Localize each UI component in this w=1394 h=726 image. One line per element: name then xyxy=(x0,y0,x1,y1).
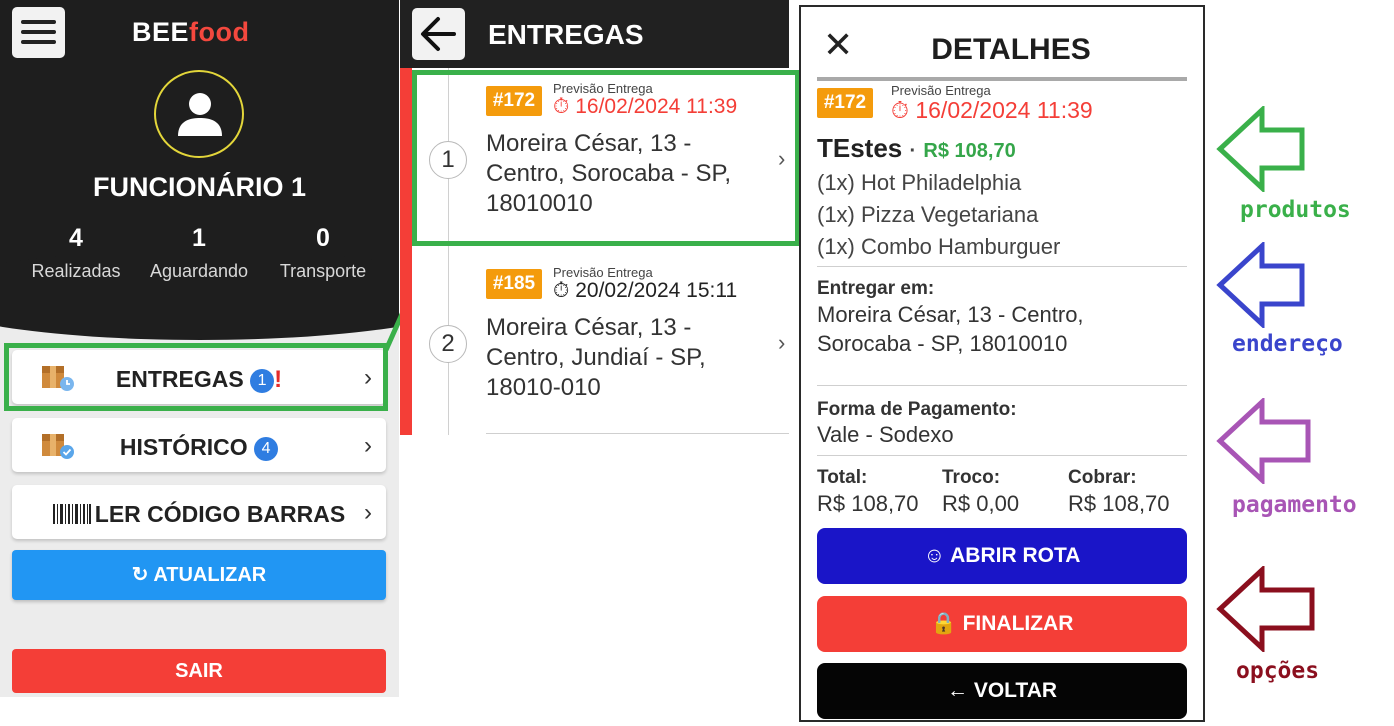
section-divider xyxy=(817,385,1187,386)
barcode-icon xyxy=(52,504,91,524)
delivery-item-2[interactable] xyxy=(470,255,790,425)
back-button[interactable] xyxy=(412,8,465,60)
product-item: (1x) Hot Philadelphia xyxy=(817,170,1022,195)
payment-value: Vale - Sodexo xyxy=(817,422,954,447)
logout-button[interactable]: SAIR xyxy=(12,649,386,693)
annotation-produtos: produtos xyxy=(1240,197,1351,223)
waze-icon: ☺ xyxy=(923,544,946,567)
chevron-right-icon: › xyxy=(364,432,372,459)
section-divider xyxy=(817,266,1187,267)
delivery-index: 2 xyxy=(429,325,467,363)
client-name: TEstes xyxy=(817,133,903,163)
historico-button[interactable]: HISTÓRICO 4 › xyxy=(12,418,386,472)
refresh-button[interactable]: ↻ ATUALIZAR xyxy=(12,550,386,600)
timer-icon: ⏱ xyxy=(891,97,909,123)
arrow-left-icon xyxy=(1216,566,1315,652)
forecast-label: Previsão Entrega xyxy=(891,83,991,98)
open-route-button[interactable]: ☺ ABRIR ROTA xyxy=(817,528,1187,584)
arrow-left-icon xyxy=(1216,242,1305,328)
stat-transporte: 0 Transporte xyxy=(279,224,367,281)
client-line: TEstes · R$ 108,70 xyxy=(817,133,1016,163)
deliver-address: Moreira César, 13 - Centro, Sorocaba - S… xyxy=(817,302,1084,356)
page-title: DETALHES xyxy=(931,33,1091,66)
arrow-left-icon: ← xyxy=(946,679,968,702)
annotation-opcoes: opções xyxy=(1236,658,1320,684)
product-item: (1x) Combo Hamburguer xyxy=(817,234,1061,259)
deliveries-header: ENTREGAS xyxy=(400,0,789,68)
change-value: R$ 0,00 xyxy=(942,491,1020,516)
app-logo: BEEfood xyxy=(132,17,250,47)
barcode-button[interactable]: LER CÓDIGO BARRAS › xyxy=(12,485,386,539)
annotation-endereco: endereço xyxy=(1232,331,1343,357)
total-label: Total: xyxy=(817,467,868,488)
historico-badge: 4 xyxy=(254,437,279,461)
chevron-right-icon: › xyxy=(364,499,372,526)
refresh-icon: ↻ xyxy=(131,564,149,586)
arrow-left-icon xyxy=(1216,398,1311,484)
charge-value: R$ 108,70 xyxy=(1068,491,1170,516)
barcode-label: LER CÓDIGO BARRAS xyxy=(12,501,386,528)
user-icon xyxy=(178,93,222,136)
order-number-tag: #172 xyxy=(817,88,873,118)
avatar xyxy=(154,70,244,158)
back-button[interactable]: ← VOLTAR xyxy=(817,663,1187,719)
arrow-left-icon xyxy=(421,17,456,51)
hamburger-icon[interactable] xyxy=(12,7,65,58)
header-divider xyxy=(817,77,1187,81)
order-price: R$ 108,70 xyxy=(923,140,1016,162)
section-divider xyxy=(817,455,1187,456)
page-title: ENTREGAS xyxy=(488,19,644,50)
lock-icon: 🔒 xyxy=(930,612,957,635)
payment-label: Forma de Pagamento: xyxy=(817,399,1017,420)
forecast-date: ⏱ 16/02/2024 11:39 xyxy=(891,97,1093,123)
details-screen: ✕ DETALHES #172 Previsão Entrega ⏱ 16/02… xyxy=(799,5,1205,722)
entregas-highlight xyxy=(4,343,388,411)
stat-realizadas: 4 Realizadas xyxy=(31,224,121,281)
product-item: (1x) Pizza Vegetariana xyxy=(817,202,1039,227)
change-label: Troco: xyxy=(942,467,1001,488)
stat-aguardando: 1 Aguardando xyxy=(149,224,249,281)
list-divider xyxy=(486,433,789,434)
arrow-left-icon xyxy=(1216,106,1305,192)
delivery-item-1[interactable] xyxy=(412,70,800,246)
employee-name: FUNCIONÁRIO 1 xyxy=(92,172,306,202)
home-screen: BEEfood FUNCIONÁRIO 1 4 Realizadas 1 Agu… xyxy=(0,0,399,697)
deliver-label: Entregar em: xyxy=(817,278,935,299)
charge-label: Cobrar: xyxy=(1068,467,1137,488)
historico-label: HISTÓRICO 4 xyxy=(12,434,386,461)
annotation-pagamento: pagamento xyxy=(1232,492,1357,518)
deliveries-screen: ENTREGAS 1 #172 Previsão Entrega ⏱ 16/02… xyxy=(400,0,800,726)
total-value: R$ 108,70 xyxy=(817,491,919,516)
finish-button[interactable]: 🔒 FINALIZAR xyxy=(817,596,1187,652)
pending-indicator xyxy=(400,68,412,435)
